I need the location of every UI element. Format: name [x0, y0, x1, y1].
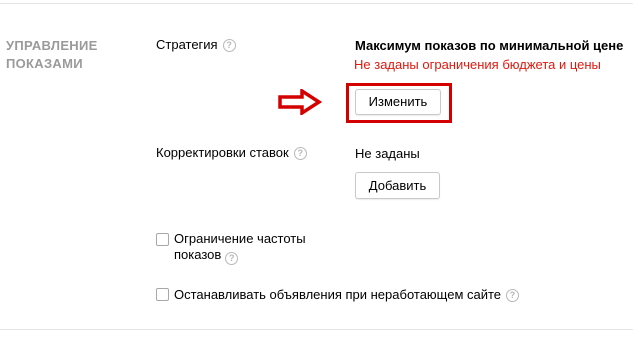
help-icon[interactable]: ? [293, 146, 307, 160]
frequency-limit-label-line2: показов [174, 247, 222, 262]
strategy-label: Стратегия [156, 37, 218, 52]
help-icon[interactable]: ? [225, 252, 239, 265]
section-title-line1: УПРАВЛЕНИЕ [6, 38, 98, 53]
strategy-row-label: Стратегия ? [156, 37, 236, 53]
help-icon[interactable]: ? [222, 38, 236, 52]
help-icon[interactable]: ? [506, 288, 520, 302]
strategy-warning: Не заданы ограничения бюджета и цены [354, 57, 601, 72]
change-strategy-button[interactable]: Изменить [355, 89, 441, 115]
bid-adjustments-row-label: Корректировки ставок ? [156, 145, 307, 161]
stop-ads-label: Останавливать объявления при неработающе… [174, 287, 502, 302]
frequency-limit-checkbox[interactable] [156, 233, 169, 246]
top-divider [0, 3, 633, 4]
section-title-line2: ПОКАЗАМИ [6, 56, 83, 71]
strategy-value: Максимум показов по минимальной цене [355, 38, 624, 53]
bottom-divider [0, 329, 633, 330]
stop-ads-checkbox[interactable] [156, 288, 169, 301]
bid-adjustments-value: Не заданы [355, 146, 420, 161]
bid-adjustments-label: Корректировки ставок [156, 145, 289, 160]
add-bid-adjustment-button[interactable]: Добавить [355, 172, 440, 199]
frequency-limit-label[interactable]: Ограничение частоты показов? [174, 231, 324, 265]
right-arrow-icon [278, 89, 322, 115]
stop-ads-row-label[interactable]: Останавливать объявления при неработающе… [174, 287, 520, 303]
section-title: УПРАВЛЕНИЕ ПОКАЗАМИ [6, 37, 126, 73]
frequency-limit-label-line1: Ограничение частоты [174, 231, 306, 246]
